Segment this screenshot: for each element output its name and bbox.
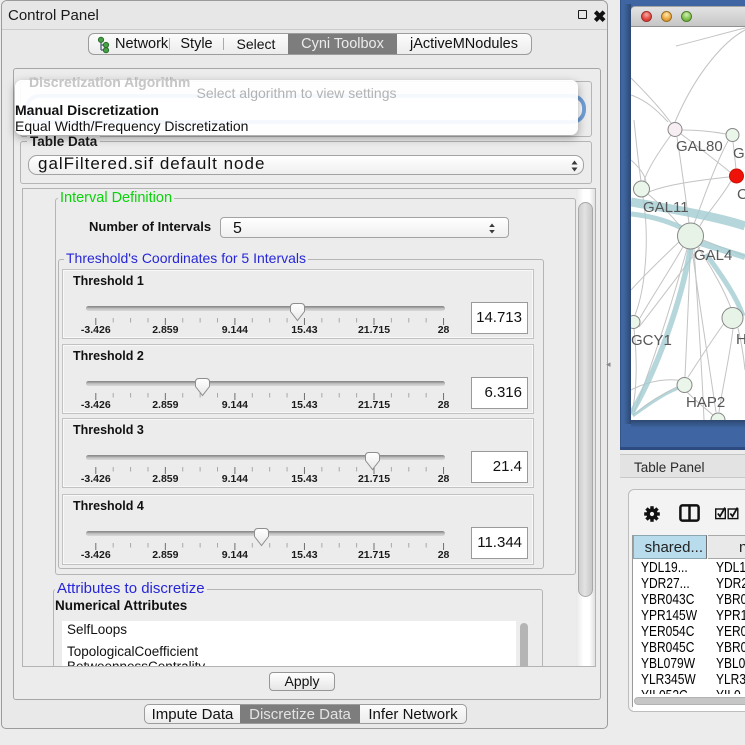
svg-text:H: H [736,331,745,348]
svg-text:HAP2: HAP2 [686,394,725,411]
svg-text:GAL11: GAL11 [643,199,689,216]
svg-text:GAL4: GAL4 [694,247,732,264]
svg-text:CY: CY [737,186,745,203]
svg-text:GAL80: GAL80 [676,138,723,155]
svg-text:GCY1: GCY1 [631,332,672,349]
svg-text:GA: GA [733,145,745,162]
